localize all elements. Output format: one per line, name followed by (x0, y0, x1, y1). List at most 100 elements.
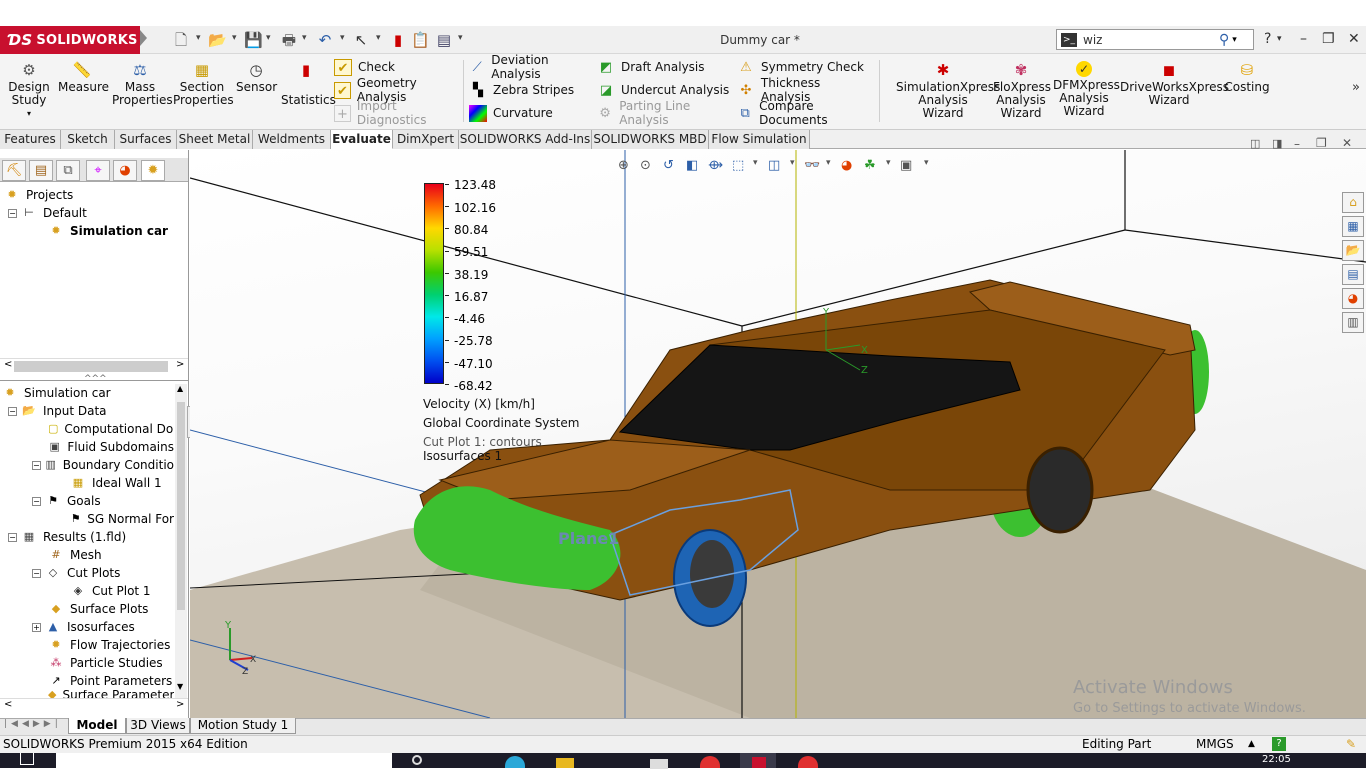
dfmxpress-button[interactable]: ✓ DFMXpress Analysis Wizard (1053, 58, 1120, 118)
driveworksxpress-button[interactable]: ◼ DriveWorksXpress Wizard (1120, 58, 1229, 107)
parting-line-analysis-button[interactable]: ⚙ Parting Line Analysis (597, 99, 731, 127)
tree-isosurfaces[interactable]: + ▲ Isosurfaces (2, 618, 174, 636)
save-dropdown-icon[interactable]: ▾ (266, 33, 271, 43)
graphics-viewport[interactable]: Plane1 Y X Z Y X Z ⊕ ⊙ ↺ ◧ ⟴ ⬚ ▾ ◫ ▾ 👓 ▾… (190, 150, 1366, 718)
status-units[interactable]: MMGS (1196, 736, 1234, 753)
hide-show-items-icon[interactable]: 👓 (804, 158, 820, 173)
mass-properties-button[interactable]: ⚖ Mass Properties (112, 58, 173, 107)
dimxpertmanager-tab-icon[interactable]: ⌖ (86, 160, 110, 181)
tree-simulation-car[interactable]: ✹ Simulation car (2, 384, 174, 402)
deviation-analysis-button[interactable]: ⟋ Deviation Analysis (469, 53, 591, 81)
undo-icon[interactable]: ↶ (316, 31, 334, 49)
design-study-button[interactable]: ⚙ Design Study ▾ (6, 58, 52, 120)
tree-surface-plots[interactable]: ◆ Surface Plots (2, 600, 174, 618)
color-legend[interactable]: 123.48 102.16 80.84 59.51 38.19 16.87 -4… (190, 150, 610, 470)
scroll-left-icon[interactable]: < (4, 699, 12, 710)
edge-icon[interactable] (505, 756, 525, 768)
floxpress-button[interactable]: ✾ FloXpress Analysis Wizard (993, 58, 1051, 120)
draft-analysis-button[interactable]: ◩ Draft Analysis (597, 57, 731, 77)
tree-point-parameters[interactable]: ↗ Point Parameters (2, 672, 174, 690)
search-icon[interactable]: ⚲ (1219, 32, 1229, 48)
chrome-icon[interactable] (798, 756, 818, 768)
tree-computational-domain[interactable]: ▢ Computational Dor (2, 420, 174, 438)
print-icon[interactable]: 🖶 (280, 31, 298, 49)
tree-cut-plots[interactable]: − ◇ Cut Plots (2, 564, 174, 582)
tree-sg-normal-force[interactable]: ⚑ SG Normal For (2, 510, 174, 528)
scroll-down-icon[interactable]: ▼ (177, 682, 183, 691)
import-diagnostics-button[interactable]: + Import Diagnostics (334, 99, 462, 127)
select-icon[interactable]: ↖ (352, 31, 370, 49)
tree-mesh[interactable]: # Mesh (2, 546, 174, 564)
design-study-dropdown-icon[interactable]: ▾ (6, 107, 52, 120)
section-properties-button[interactable]: ▦ Section Properties (173, 58, 234, 107)
scroll-right-icon[interactable]: > (176, 359, 184, 370)
tab-sheet-metal[interactable]: Sheet Metal (177, 130, 253, 149)
minimize-icon[interactable]: – (1300, 31, 1307, 47)
help-status-icon[interactable]: ? (1272, 737, 1286, 751)
sensor-button[interactable]: ◷ Sensor (236, 58, 277, 94)
scrollbar-thumb[interactable] (177, 402, 185, 610)
tree-projects[interactable]: ✹ Projects (4, 186, 186, 204)
new-dropdown-icon[interactable]: ▾ (196, 33, 201, 43)
appearances-icon[interactable]: ◕ (1342, 288, 1364, 309)
search-dropdown-icon[interactable]: ▾ (1232, 35, 1237, 45)
taskbar-search-box[interactable] (56, 753, 392, 768)
tab-weldments[interactable]: Weldments (253, 130, 331, 149)
ribbon-overflow-icon[interactable]: » (1352, 80, 1360, 95)
geometry-analysis-button[interactable]: ✔ Geometry Analysis (334, 76, 462, 104)
collapse-icon[interactable]: − (8, 532, 17, 542)
design-library-icon[interactable]: ▦ (1342, 216, 1364, 237)
display-style-icon[interactable]: ◫ (768, 158, 780, 173)
windows-start-icon[interactable] (20, 753, 34, 765)
curvature-button[interactable]: ■ Curvature (469, 103, 591, 123)
expand-icon[interactable]: + (32, 622, 41, 632)
config-horizontal-scrollbar[interactable]: < > (0, 358, 188, 372)
tree-ideal-wall-1[interactable]: ▦ Ideal Wall 1 (2, 474, 174, 492)
tab-model[interactable]: Model (68, 718, 126, 734)
hide-show-dropdown-icon[interactable]: ▾ (826, 158, 831, 168)
zoom-to-fit-icon[interactable]: ⊕ (618, 158, 629, 173)
collapse-icon[interactable]: − (8, 208, 17, 218)
view-orientation-icon[interactable]: ⬚ (732, 158, 744, 173)
search-input[interactable] (1083, 32, 1213, 47)
select-dropdown-icon[interactable]: ▾ (376, 33, 381, 43)
tree-particle-studies[interactable]: ⁂ Particle Studies (2, 654, 174, 672)
save-icon[interactable]: 💾 (244, 31, 263, 49)
analysis-vertical-scrollbar[interactable]: ▲ ▼ (175, 384, 187, 698)
help-button[interactable]: ? (1264, 31, 1271, 47)
edit-appearance-icon[interactable]: ◕ (841, 158, 852, 173)
scroll-left-icon[interactable]: < (4, 359, 12, 370)
section-view-icon[interactable]: ◧ (686, 158, 698, 173)
previous-view-icon[interactable]: ↺ (663, 158, 674, 173)
compare-documents-button[interactable]: ⧉ Compare Documents (737, 99, 873, 127)
check-button[interactable]: ✔ Check (334, 57, 462, 77)
file-explorer-icon[interactable]: 📂 (1342, 240, 1364, 261)
flow-analysis-tab-icon[interactable]: ✹ (141, 160, 165, 181)
collapse-icon[interactable]: − (8, 406, 17, 416)
custom-properties-icon[interactable]: ▥ (1342, 312, 1364, 333)
tree-goals[interactable]: − ⚑ Goals (2, 492, 174, 510)
view-orientation-dropdown-icon[interactable]: ▾ (753, 158, 758, 168)
menu-expand-icon[interactable] (140, 30, 147, 46)
units-dropdown-icon[interactable]: ▲ (1248, 736, 1255, 753)
explorer-icon[interactable] (556, 758, 574, 768)
thickness-analysis-button[interactable]: ✣ Thickness Analysis (737, 76, 873, 104)
print-dropdown-icon[interactable]: ▾ (302, 33, 307, 43)
scroll-up-icon[interactable]: ▲ (177, 384, 183, 393)
scroll-right-icon[interactable]: > (176, 699, 184, 710)
solidworks-resources-icon[interactable]: ⌂ (1342, 192, 1364, 213)
undo-dropdown-icon[interactable]: ▾ (340, 33, 345, 43)
symmetry-check-button[interactable]: ⚠ Symmetry Check (737, 57, 873, 77)
displaymanager-tab-icon[interactable]: ◕ (113, 160, 137, 181)
options-icon[interactable]: ▤ (435, 31, 453, 49)
tree-boundary-conditions[interactable]: − ▥ Boundary Conditio (2, 456, 174, 474)
tree-flow-trajectories[interactable]: ✹ Flow Trajectories (2, 636, 174, 654)
undercut-analysis-button[interactable]: ◪ Undercut Analysis (597, 80, 731, 100)
tab-surfaces[interactable]: Surfaces (115, 130, 177, 149)
file-properties-icon[interactable]: 📋 (411, 31, 430, 49)
tab-evaluate[interactable]: Evaluate (331, 130, 393, 149)
tab-sketch[interactable]: Sketch (61, 130, 115, 149)
options-dropdown-icon[interactable]: ▾ (458, 33, 463, 43)
rebuild-icon[interactable]: ▮ (389, 31, 407, 49)
simulationxpress-button[interactable]: ✱ SimulationXpress Analysis Wizard (896, 58, 1000, 120)
